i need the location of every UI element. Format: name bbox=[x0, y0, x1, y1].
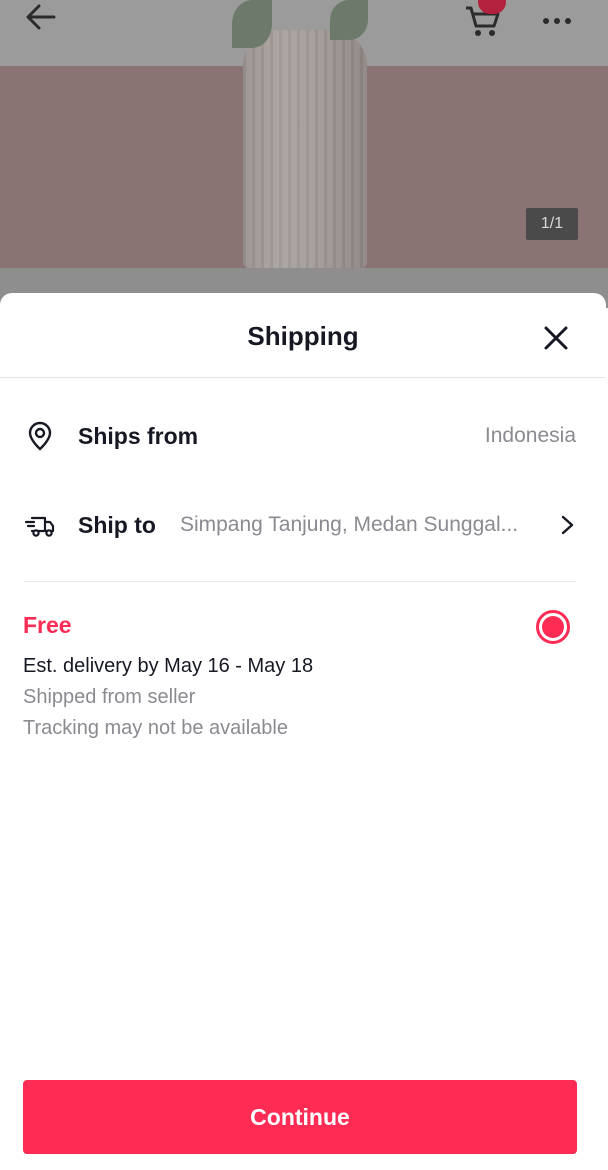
divider bbox=[24, 581, 576, 582]
image-counter: 1/1 bbox=[526, 208, 578, 240]
estimated-delivery: Est. delivery by May 16 - May 18 bbox=[23, 655, 314, 677]
shipping-option-radio[interactable] bbox=[536, 610, 570, 644]
close-icon[interactable] bbox=[542, 324, 570, 352]
shipping-sheet: Shipping Ships from Indonesia Ship to Si… bbox=[0, 293, 606, 1170]
chevron-right-icon bbox=[560, 514, 576, 536]
ships-from-row: Ships from Indonesia bbox=[24, 416, 576, 456]
shipping-option-title: Free bbox=[23, 612, 72, 638]
sheet-title: Shipping bbox=[247, 321, 359, 351]
continue-button[interactable]: Continue bbox=[23, 1080, 577, 1154]
back-arrow-icon[interactable] bbox=[24, 0, 58, 40]
ship-to-row[interactable]: Ship to Simpang Tanjung, Medan Sunggal..… bbox=[24, 505, 576, 545]
sheet-header: Shipping bbox=[0, 293, 606, 378]
tracking-note: Tracking may not be available bbox=[23, 717, 288, 739]
vase-image bbox=[243, 30, 367, 268]
shipped-from-text: Shipped from seller bbox=[23, 686, 196, 708]
delivery-truck-icon bbox=[24, 509, 56, 541]
location-pin-icon bbox=[24, 420, 56, 452]
ship-to-value: Simpang Tanjung, Medan Sunggal... bbox=[179, 513, 519, 536]
more-icon[interactable] bbox=[540, 4, 574, 42]
ship-to-label: Ship to bbox=[78, 511, 156, 538]
ships-from-label: Ships from bbox=[78, 422, 199, 449]
ships-from-value: Indonesia bbox=[484, 424, 576, 447]
